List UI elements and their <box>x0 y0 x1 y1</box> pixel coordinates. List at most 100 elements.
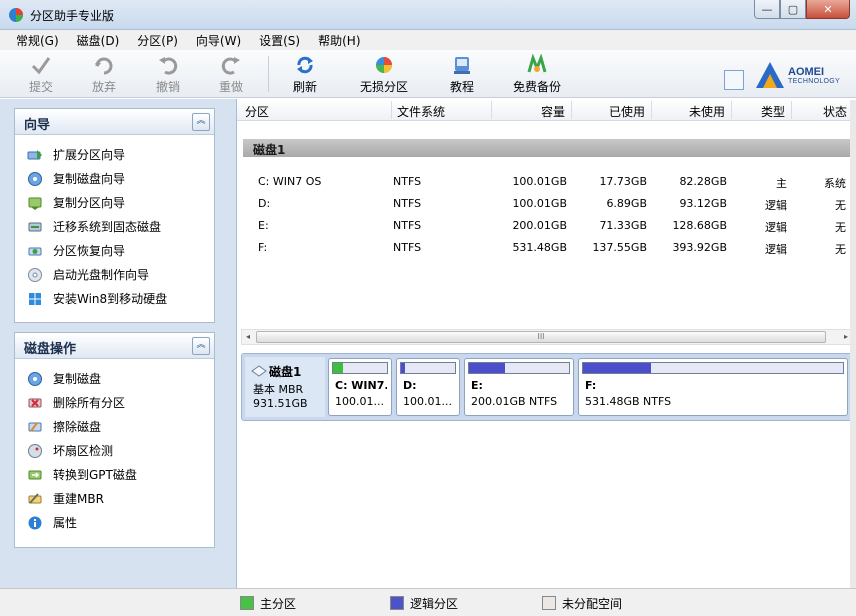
col-status[interactable]: 状态 <box>823 103 847 120</box>
op-wipe-disk[interactable]: 擦除磁盘 <box>15 415 214 439</box>
restore-button[interactable]: ▢ <box>780 0 806 19</box>
cell-unused: 393.92GB <box>672 241 727 254</box>
disk-kind: 基本 MBR <box>253 383 304 396</box>
disk-map: 磁盘1 基本 MBR 931.51GB C: WIN7...100.01...D… <box>241 353 853 421</box>
redo-icon <box>221 57 240 75</box>
legend-logical-label: 逻辑分区 <box>410 597 459 611</box>
wizard-copy-partition[interactable]: 复制分区向导 <box>15 191 214 215</box>
tutorial-button[interactable]: 教程 <box>432 54 492 94</box>
table-row[interactable]: F: NTFS 531.48GB 137.55GB 393.92GB 逻辑 无 <box>237 237 856 259</box>
wizard-panel: 向导 ︽ 扩展分区向导 复制磁盘向导 复制分区向导 迁移系统到固态磁盘 分区恢复… <box>14 108 215 323</box>
wizard-win8-to-go[interactable]: 安装Win8到移动硬盘 <box>15 287 214 311</box>
col-unused[interactable]: 未使用 <box>689 103 725 120</box>
partition-block[interactable]: D: 100.01... <box>396 358 460 416</box>
scroll-left-arrow-icon[interactable]: ◂ <box>242 331 254 343</box>
delete-icon <box>28 398 42 408</box>
disk-ops-list: 复制磁盘 删除所有分区 擦除磁盘 坏扇区检测 转换到GPT磁盘 重建MBR 属性 <box>15 359 214 535</box>
col-divider <box>391 101 392 119</box>
cell-status: 无 <box>835 221 846 234</box>
menu-wizard[interactable]: 向导(W) <box>190 30 247 50</box>
wizard-item-label: 复制磁盘向导 <box>53 172 126 186</box>
op-properties[interactable]: 属性 <box>15 511 214 535</box>
redo-label: 重做 <box>218 80 243 94</box>
title-bar: 分区助手专业版 — ▢ ✕ <box>0 0 856 30</box>
refresh-button[interactable]: 刷新 <box>275 54 335 94</box>
menu-general[interactable]: 常规(G) <box>10 30 65 50</box>
discard-button[interactable]: 放弃 <box>74 54 134 94</box>
col-capacity[interactable]: 容量 <box>541 103 565 120</box>
menu-partition[interactable]: 分区(P) <box>131 30 184 50</box>
cell-capacity: 200.01GB <box>512 219 567 232</box>
cell-used: 6.89GB <box>606 197 647 210</box>
col-divider <box>491 101 492 119</box>
menu-settings[interactable]: 设置(S) <box>253 30 306 50</box>
cell-type: 逻辑 <box>765 199 787 212</box>
partition-size: 100.01... <box>335 395 384 408</box>
wizard-partition-recovery[interactable]: 分区恢复向导 <box>15 239 214 263</box>
partition-usage-bar <box>332 362 388 374</box>
disk-group-header[interactable]: 磁盘1 <box>243 139 853 157</box>
vertical-scrollbar[interactable] <box>850 100 856 588</box>
commit-button[interactable]: 提交 <box>11 54 71 94</box>
partition-usage-fill <box>401 363 405 373</box>
collapse-wizard-button[interactable]: ︽ <box>192 113 210 131</box>
legend-unallocated-label: 未分配空间 <box>562 597 623 611</box>
bad-sector-icon <box>28 444 42 458</box>
redo-button[interactable]: 重做 <box>201 54 261 94</box>
wizard-extend-partition[interactable]: 扩展分区向导 <box>15 143 214 167</box>
window-controls: — ▢ ✕ <box>754 0 850 20</box>
partition-block[interactable]: F: 531.48GB NTFS <box>578 358 848 416</box>
wizard-migrate-ssd[interactable]: 迁移系统到固态磁盘 <box>15 215 214 239</box>
disk-op-label: 擦除磁盘 <box>53 420 102 434</box>
cell-capacity: 100.01GB <box>512 197 567 210</box>
checkbox-icon[interactable] <box>724 70 744 90</box>
brand-name: AOMEI <box>788 66 825 78</box>
lossless-partition-button[interactable]: 无损分区 <box>352 54 416 94</box>
cell-used: 137.55GB <box>592 241 647 254</box>
partition-name: F: <box>585 379 597 392</box>
discard-label: 放弃 <box>91 80 116 94</box>
menu-help[interactable]: 帮助(H) <box>312 30 366 50</box>
info-icon <box>28 516 42 530</box>
rebuild-mbr-icon <box>28 493 42 504</box>
table-row[interactable]: C: WIN7 OS NTFS 100.01GB 17.73GB 82.28GB… <box>237 171 856 193</box>
disk-info-block[interactable]: 磁盘1 基本 MBR 931.51GB <box>245 357 325 417</box>
op-convert-gpt[interactable]: 转换到GPT磁盘 <box>15 463 214 487</box>
op-bad-sector-check[interactable]: 坏扇区检测 <box>15 439 214 463</box>
partition-block[interactable]: C: WIN7... 100.01... <box>328 358 392 416</box>
disk-ops-panel: 磁盘操作 ︽ 复制磁盘 删除所有分区 擦除磁盘 坏扇区检测 转换到GPT磁盘 重… <box>14 332 215 548</box>
legend-primary: 主分区 <box>240 595 296 612</box>
brand-subtitle: TECHNOLOGY <box>788 78 841 85</box>
col-partition[interactable]: 分区 <box>245 103 269 120</box>
partition-usage-fill <box>333 363 343 373</box>
scrollbar-thumb[interactable]: III <box>256 331 826 343</box>
wizard-item-label: 复制分区向导 <box>53 196 126 210</box>
left-status-area <box>0 588 236 616</box>
op-rebuild-mbr[interactable]: 重建MBR <box>15 487 214 511</box>
close-button[interactable]: ✕ <box>806 0 850 19</box>
wipe-disk-icon <box>28 422 42 432</box>
col-type[interactable]: 类型 <box>761 103 785 120</box>
table-row[interactable]: D: NTFS 100.01GB 6.89GB 93.12GB 逻辑 无 <box>237 193 856 215</box>
op-delete-all-partitions[interactable]: 删除所有分区 <box>15 391 214 415</box>
refresh-icon <box>297 56 313 74</box>
table-row[interactable]: E: NTFS 200.01GB 71.33GB 128.68GB 逻辑 无 <box>237 215 856 237</box>
cell-filesystem: NTFS <box>393 219 422 232</box>
collapse-disk-ops-button[interactable]: ︽ <box>192 337 210 355</box>
free-backup-button[interactable]: 免费备份 <box>505 54 569 94</box>
legend-unallocated: 未分配空间 <box>542 595 622 612</box>
cell-unused: 82.28GB <box>679 175 727 188</box>
op-copy-disk[interactable]: 复制磁盘 <box>15 367 214 391</box>
undo-button[interactable]: 撤销 <box>138 54 198 94</box>
menu-disk[interactable]: 磁盘(D) <box>71 30 126 50</box>
partition-pie-icon <box>376 57 392 73</box>
cell-partition: E: <box>258 219 269 232</box>
horizontal-scrollbar[interactable]: ◂ III ▸ <box>241 329 853 345</box>
minimize-button[interactable]: — <box>754 0 780 19</box>
wizard-bootable-media[interactable]: 启动光盘制作向导 <box>15 263 214 287</box>
wizard-copy-disk[interactable]: 复制磁盘向导 <box>15 167 214 191</box>
col-filesystem[interactable]: 文件系统 <box>397 103 445 120</box>
partition-usage-bar <box>582 362 844 374</box>
partition-block[interactable]: E: 200.01GB NTFS <box>464 358 574 416</box>
col-used[interactable]: 已使用 <box>609 103 645 120</box>
